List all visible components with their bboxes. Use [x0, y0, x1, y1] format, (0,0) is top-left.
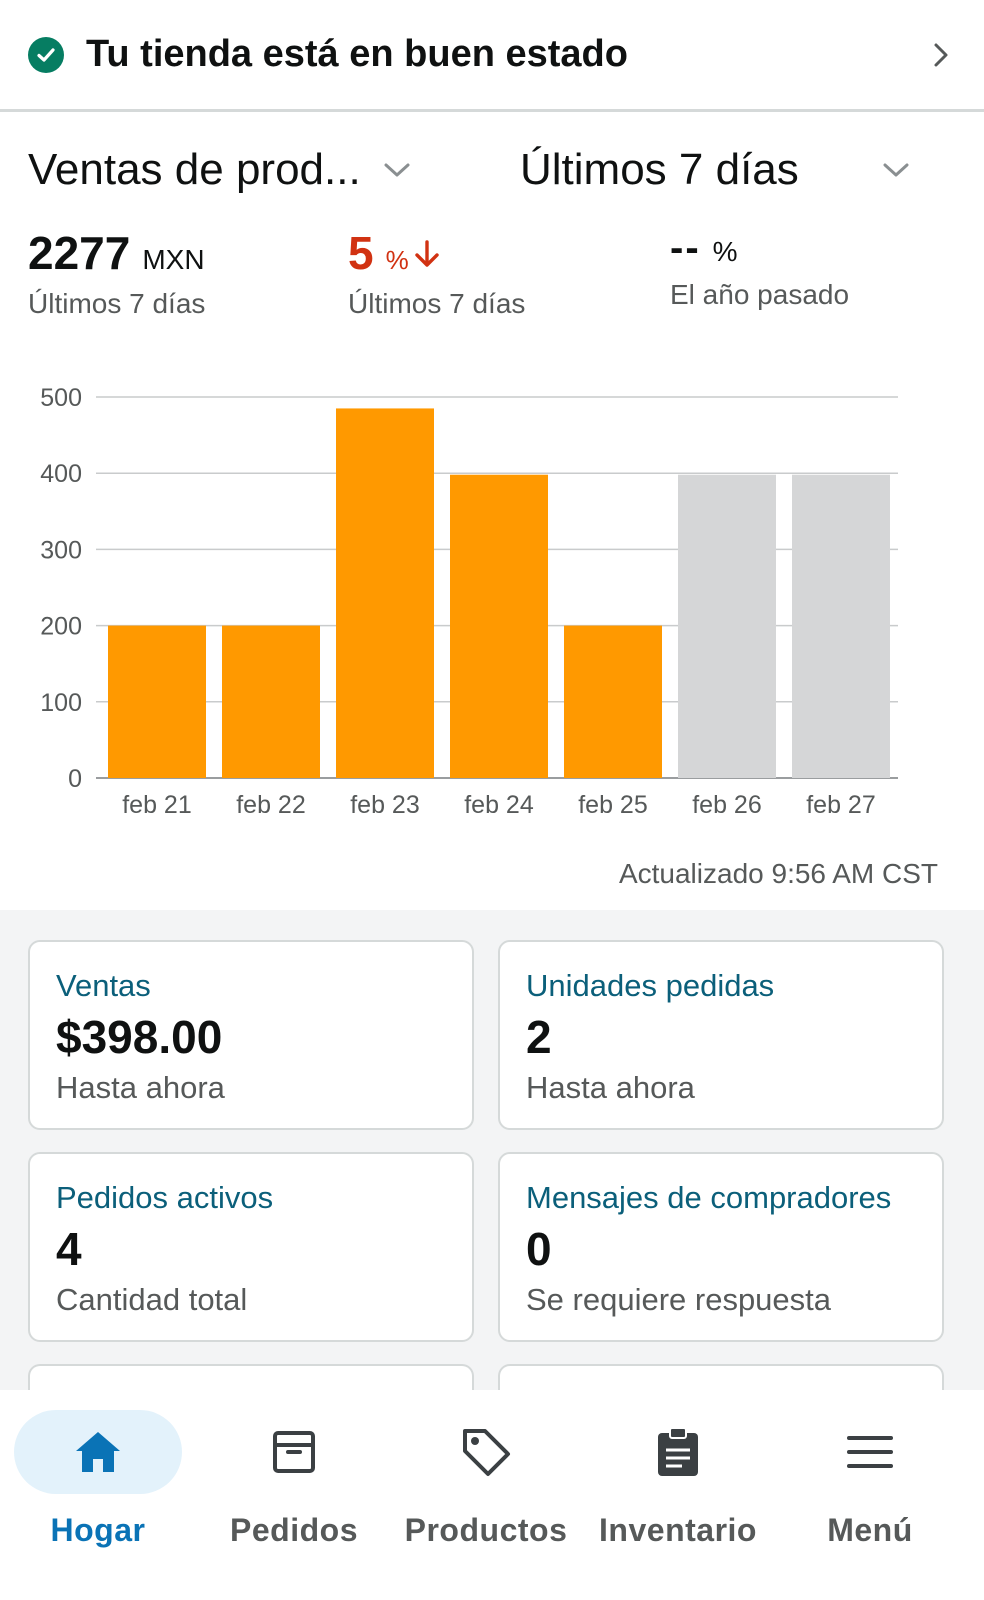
card-subtitle: Se requiere respuesta: [526, 1282, 832, 1317]
x-tick-label: feb 25: [578, 791, 648, 819]
stat-unit: %: [712, 236, 738, 267]
y-tick-label: 100: [40, 689, 82, 717]
stat-unit: MXN: [142, 244, 205, 275]
stat-value: --: [670, 226, 701, 270]
nav-pill: [402, 1410, 570, 1494]
nav-label: Inventario: [599, 1512, 757, 1548]
nav-label: Hogar: [50, 1512, 146, 1548]
nav-pill: [786, 1410, 954, 1494]
card-value: 0: [526, 1223, 552, 1275]
card-value: 2: [526, 1011, 552, 1063]
bar-feb-26[interactable]: [678, 474, 776, 778]
nav-orders[interactable]: Pedidos: [196, 1410, 392, 1580]
sales-bar-chart: 0 100 200 300 400 500 feb 21 feb 22 feb 23 feb 24…: [0, 370, 984, 840]
metric-dropdown[interactable]: Ventas de prod...: [28, 130, 411, 210]
card-units-ordered[interactable]: Unidades pedidas 2 Hasta ahora: [498, 940, 944, 1130]
card-buyer-messages[interactable]: Mensajes de compradores 0 Se requiere re…: [498, 1152, 944, 1342]
nav-menu[interactable]: Menú: [772, 1410, 968, 1580]
sales-bar-chart-svg: 0 100 200 300 400 500 feb 21 feb 22 feb 23 feb 24…: [40, 384, 898, 819]
card-title: Pedidos activos: [56, 1180, 274, 1215]
date-range-dropdown[interactable]: Últimos 7 días: [520, 130, 910, 210]
stat-value: 5: [348, 227, 374, 279]
metrics-cards-area: Ventas $398.00 Hasta ahora Unidades pedi…: [0, 910, 984, 1404]
arrow-down-icon: [415, 240, 439, 267]
bar-feb-25[interactable]: [564, 625, 662, 778]
y-tick-label: 300: [40, 536, 82, 564]
x-tick-label: feb 24: [464, 791, 534, 819]
stat-unit: %: [385, 245, 409, 275]
y-tick-label: 0: [68, 765, 82, 793]
nav-home[interactable]: Hogar: [0, 1410, 196, 1580]
card-sales[interactable]: Ventas $398.00 Hasta ahora: [28, 940, 474, 1130]
card-subtitle: Hasta ahora: [56, 1070, 225, 1105]
nav-label: Menú: [827, 1512, 913, 1548]
tag-icon: [463, 1429, 510, 1476]
nav-products[interactable]: Productos: [388, 1410, 584, 1580]
stat-label: El año pasado: [670, 279, 850, 310]
nav-pill: [210, 1410, 378, 1494]
card-title: Unidades pedidas: [526, 968, 775, 1003]
stat-change-year: -- % El año pasado: [670, 226, 849, 311]
store-health-title: Tu tienda está en buen estado: [86, 33, 628, 75]
nav-inventory[interactable]: Inventario: [580, 1410, 776, 1580]
bar-feb-21[interactable]: [108, 625, 206, 778]
bottom-navigation: Hogar Pedidos Productos Inventario Menú: [0, 1390, 984, 1600]
nav-label: Pedidos: [230, 1512, 358, 1548]
chevron-right-icon[interactable]: [926, 40, 956, 70]
clipboard-icon: [658, 1427, 698, 1476]
menu-icon: [847, 1436, 893, 1468]
card-subtitle: Cantidad total: [56, 1282, 248, 1317]
x-tick-label: feb 27: [806, 791, 876, 819]
store-health-banner[interactable]: Tu tienda está en buen estado: [0, 0, 984, 112]
check-circle-icon: [28, 36, 64, 73]
y-tick-label: 400: [40, 460, 82, 488]
home-icon: [76, 1432, 120, 1472]
card-value: 4: [56, 1223, 82, 1275]
box-icon: [273, 1431, 315, 1473]
card-title: Ventas: [56, 968, 151, 1003]
nav-pill: [14, 1410, 182, 1494]
card-active-orders[interactable]: Pedidos activos 4 Cantidad total: [28, 1152, 474, 1342]
card-value: $398.00: [56, 1011, 223, 1063]
x-tick-label: feb 21: [122, 791, 192, 819]
metric-dropdown-label: Ventas de prod...: [28, 145, 361, 194]
y-tick-label: 500: [40, 384, 82, 412]
bar-feb-23[interactable]: [336, 408, 434, 778]
summary-stats: 2277 MXN Últimos 7 días 5 % Últimos 7 dí…: [0, 226, 984, 326]
card-title: Mensajes de compradores: [526, 1180, 892, 1215]
bar-feb-24[interactable]: [450, 474, 548, 778]
nav-label: Productos: [404, 1512, 568, 1548]
x-tick-label: feb 23: [350, 791, 420, 819]
stat-label: Últimos 7 días: [348, 288, 526, 319]
x-tick-label: feb 22: [236, 791, 306, 819]
bar-feb-27[interactable]: [792, 474, 890, 778]
card-subtitle: Hasta ahora: [526, 1070, 695, 1105]
stat-total-sales: 2277 MXN Últimos 7 días: [28, 226, 205, 320]
stat-label: Últimos 7 días: [28, 288, 206, 319]
date-range-label: Últimos 7 días: [520, 145, 799, 194]
stat-value: 2277: [28, 227, 131, 279]
nav-pill: [594, 1410, 762, 1494]
chevron-down-icon: [883, 163, 909, 177]
stat-change-week: 5 % Últimos 7 días: [348, 226, 525, 320]
chart-selectors: Ventas de prod... Últimos 7 días: [0, 130, 984, 210]
x-tick-label: feb 26: [692, 791, 762, 819]
bar-feb-22[interactable]: [222, 625, 320, 778]
last-updated-text: Actualizado 9:56 AM CST: [618, 858, 938, 889]
chevron-down-icon: [384, 163, 410, 177]
y-tick-label: 200: [40, 613, 82, 641]
